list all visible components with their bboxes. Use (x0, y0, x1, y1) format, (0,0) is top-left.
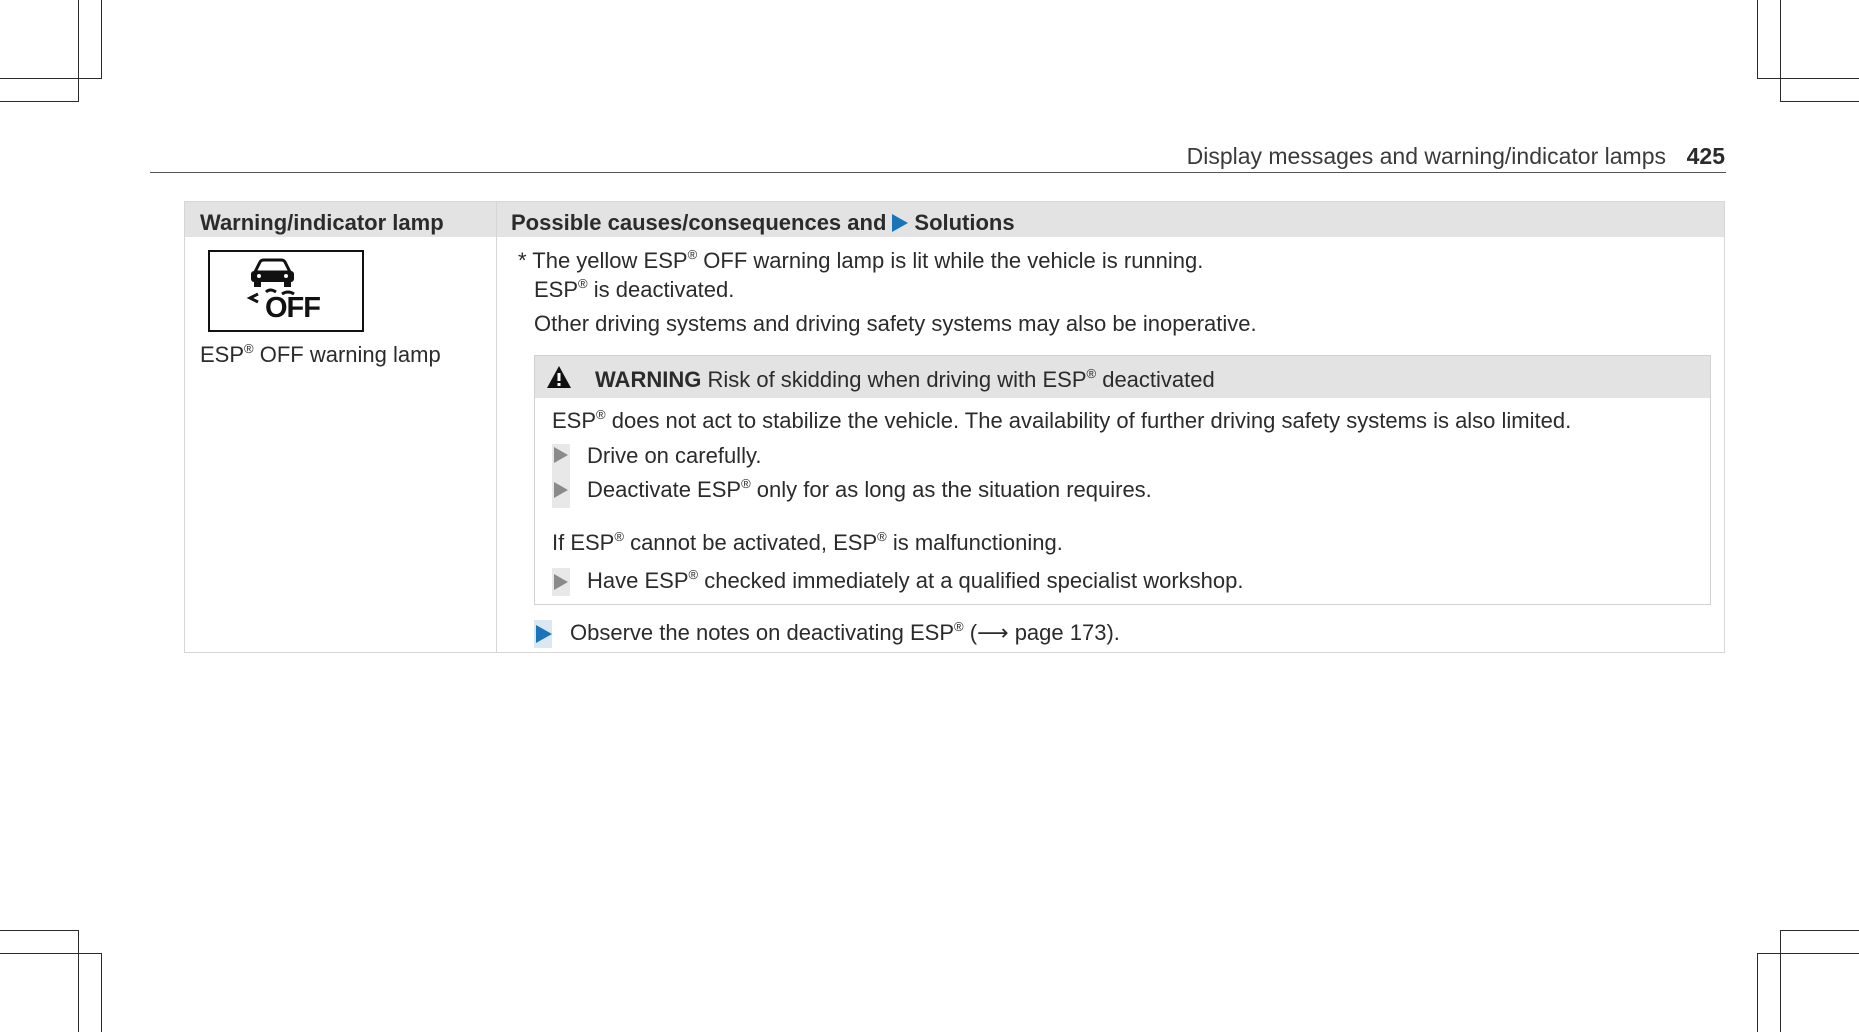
cause-line-3: Other driving systems and driving safety… (534, 311, 1257, 336)
col-header-causes: Possible causes/consequences and Solution… (511, 210, 1015, 235)
warning-triangle-icon (547, 366, 571, 388)
lamp-off-label: OFF (265, 292, 321, 324)
warning-header: WARNING Risk of skidding when driving wi… (535, 356, 1710, 398)
page-number: 425 (1686, 143, 1725, 169)
warning-step-3: Have ESP® checked immediately at a quali… (587, 567, 1244, 593)
step-arrow-icon (554, 482, 568, 498)
step-arrow-icon (554, 574, 568, 590)
warning-body: ESP® does not act to stabilize the vehic… (552, 407, 1572, 433)
solution-text: Observe the notes on deactivating ESP® (… (570, 619, 1120, 645)
cause-line-2: ESP® is deactivated. (534, 276, 735, 302)
esp-off-icon: OFF (208, 250, 364, 332)
cause-line-1: * The yellow ESP® OFF warning lamp is li… (518, 247, 1204, 273)
header-rule (150, 172, 1726, 173)
section-title: Display messages and warning/indicator l… (1186, 143, 1666, 169)
solution-arrow-icon (892, 214, 909, 232)
col-header-lamp: Warning/indicator lamp (200, 210, 444, 235)
warning-title: WARNING Risk of skidding when driving wi… (595, 366, 1215, 392)
warning-step-2: Deactivate ESP® only for as long as the … (587, 476, 1152, 502)
warning-box: WARNING Risk of skidding when driving wi… (534, 355, 1711, 605)
warning-step-1: Drive on carefully. (587, 443, 762, 468)
lamp-caption: ESP® OFF warning lamp (200, 341, 441, 367)
table-header-row: Warning/indicator lamp Possible causes/c… (185, 202, 1724, 237)
column-divider (496, 202, 497, 652)
step-arrow-icon (554, 447, 568, 463)
warning-lamp-table: Warning/indicator lamp Possible causes/c… (184, 201, 1725, 653)
solution-arrow-icon (534, 620, 552, 648)
malfunction-text: If ESP® cannot be activated, ESP® is mal… (552, 529, 1063, 555)
